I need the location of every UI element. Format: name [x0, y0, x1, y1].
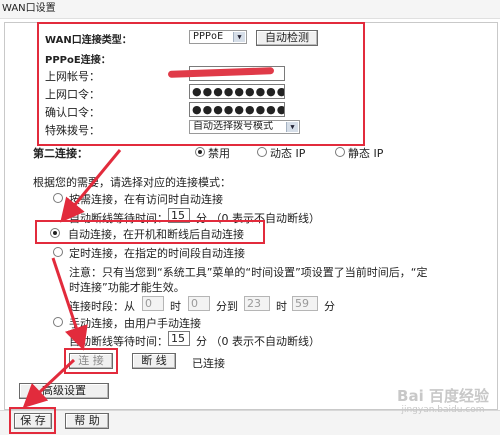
watermark: Bai 百度经验 jingyan.baidu.com: [388, 388, 498, 416]
arrow-to-connect-button: [51, 257, 88, 351]
arrow-to-save-button: [22, 358, 76, 409]
watermark-subtext: jingyan.baidu.com: [401, 405, 485, 415]
watermark-logo-text: Bai 百度经验: [397, 387, 489, 405]
annotation-arrows: [22, 149, 122, 409]
arrow-to-auto-connect: [60, 149, 122, 223]
